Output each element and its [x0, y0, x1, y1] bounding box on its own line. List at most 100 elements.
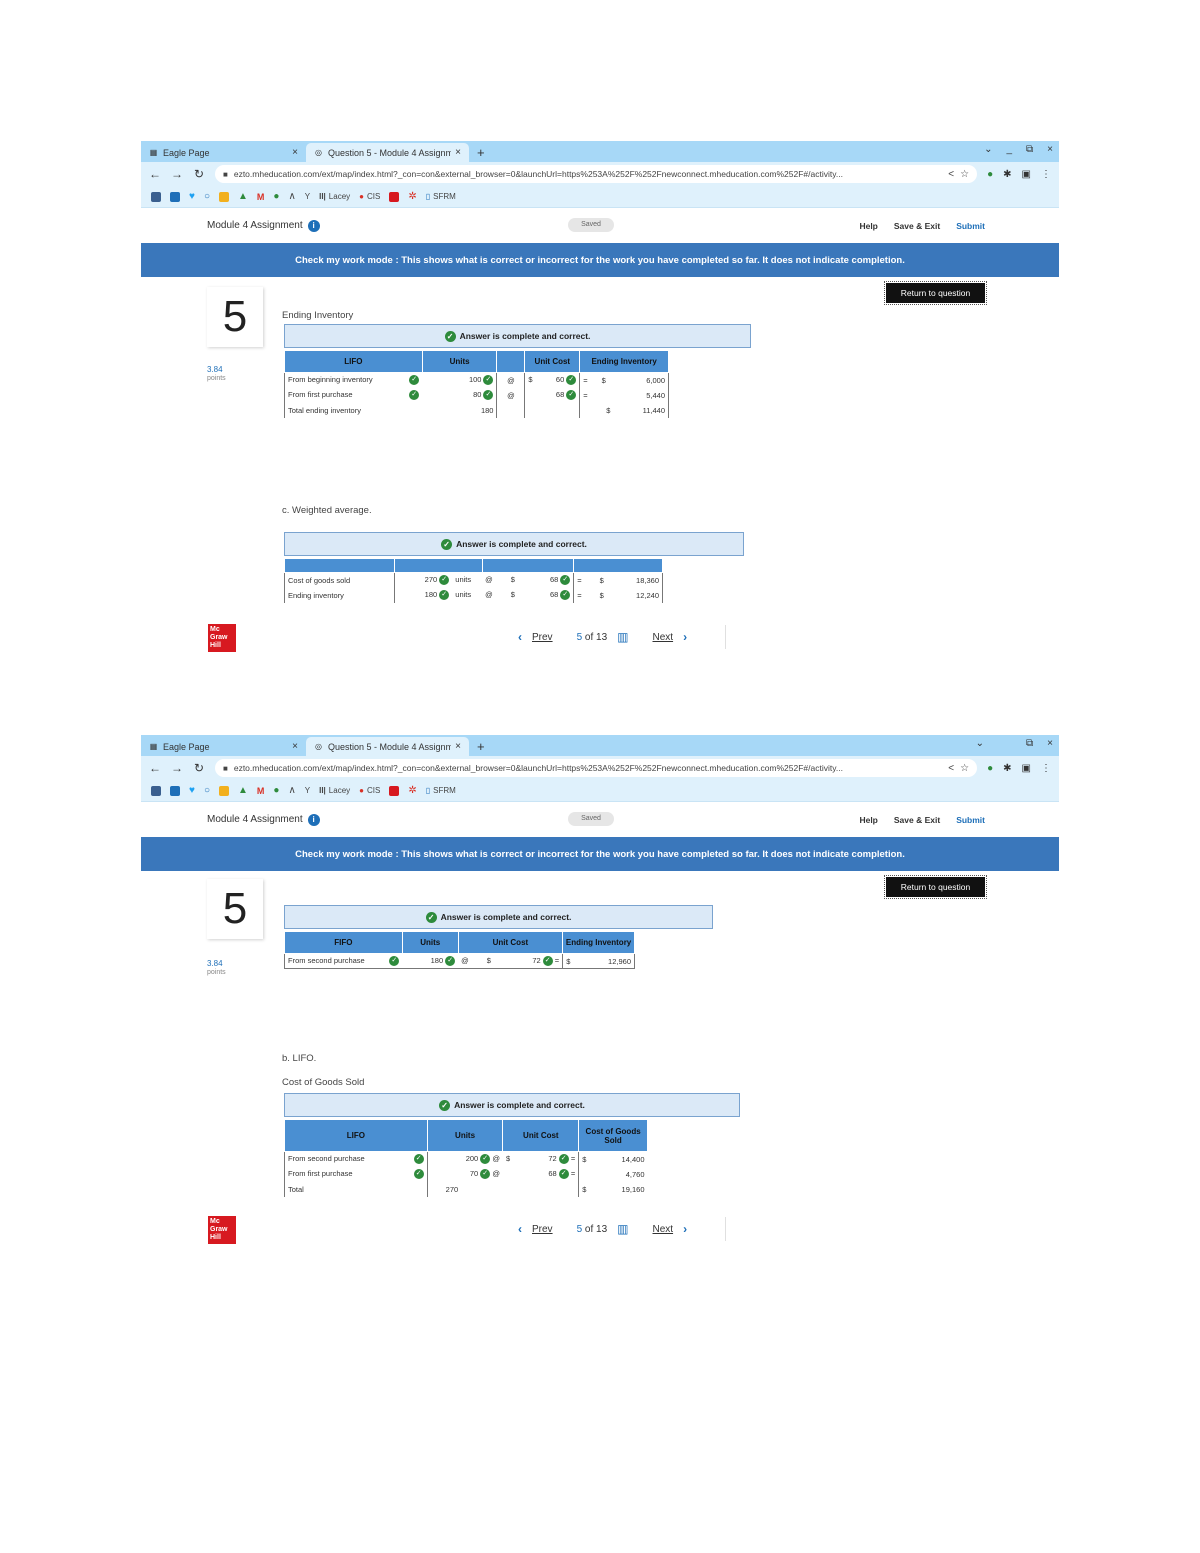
forward-arrow-icon[interactable]: → [171, 761, 183, 775]
tab-search-icon[interactable]: ⌄ [984, 144, 992, 155]
grid-icon[interactable]: ▥ [617, 1222, 628, 1236]
tab-question-5[interactable]: ◎ Question 5 - Module 4 Assignm × [306, 737, 469, 756]
checkmark-icon: ✓ [441, 538, 453, 550]
column-header [573, 558, 663, 573]
menu-dots-icon[interactable]: ⋮ [1041, 169, 1051, 180]
checkmark-icon: ✓ [389, 956, 400, 966]
column-header: Cost of Goods Sold [578, 1119, 648, 1152]
bookmark-keep-icon[interactable] [218, 191, 229, 202]
bookmark-chevron-icon[interactable]: ∧ [288, 785, 295, 796]
share-icon[interactable]: < [948, 763, 954, 774]
close-window-icon[interactable]: × [1047, 738, 1053, 749]
bookmark-gear-icon[interactable]: ✲ [408, 191, 416, 202]
info-icon[interactable]: i [307, 219, 320, 232]
current-page: 5 [576, 631, 583, 643]
help-link[interactable]: Help [859, 815, 877, 825]
bookmark-drive-icon[interactable]: ▲ [238, 785, 248, 796]
info-icon[interactable]: i [307, 813, 320, 826]
grid-icon[interactable]: ▥ [617, 630, 628, 644]
submit-link[interactable]: Submit [956, 221, 985, 231]
prev-button[interactable]: Prev [532, 1224, 553, 1235]
extension-icon[interactable]: ● [987, 763, 993, 774]
tab-eagle-page[interactable]: ▦ Eagle Page × [141, 143, 306, 162]
table-row: From first purchase ✓ 70 ✓ @ 68 ✓ = 4,760 [284, 1166, 648, 1182]
star-icon[interactable]: ☆ [960, 763, 969, 774]
table-row: From first purchase ✓ 80 ✓ @ 68 ✓ = 5,440 [284, 387, 669, 403]
star-icon[interactable]: ☆ [960, 169, 969, 180]
submit-link[interactable]: Submit [956, 815, 985, 825]
save-exit-link[interactable]: Save & Exit [894, 221, 940, 231]
bookmark-gmail-icon[interactable]: M [257, 786, 265, 796]
back-arrow-icon[interactable]: ← [149, 761, 161, 775]
restore-icon[interactable]: ⧉ [1026, 144, 1033, 155]
tab-eagle-page[interactable]: ▦ Eagle Page × [141, 737, 306, 756]
extension-icons: ● ✱ ▣ ⋮ [987, 763, 1051, 774]
forward-arrow-icon[interactable]: → [171, 167, 183, 181]
bookmark-lacey[interactable]: II| Lacey [319, 192, 350, 201]
chevron-left-icon[interactable]: ‹ [518, 1222, 522, 1236]
new-tab-button[interactable]: + [477, 145, 485, 162]
bookmark-y[interactable]: Y [305, 786, 310, 795]
bookmark-twitter-icon[interactable]: ♥ [189, 785, 195, 796]
bookmark-red-icon[interactable] [389, 785, 400, 796]
column-header: Unit Cost [502, 1119, 580, 1152]
bookmark-cis[interactable]: ● CIS [359, 192, 380, 201]
bookmark-meet-icon[interactable]: ● [273, 785, 279, 796]
chevron-left-icon[interactable]: ‹ [518, 630, 522, 644]
question-number: 5 [207, 287, 263, 347]
sidebar-icon[interactable]: ▣ [1022, 169, 1031, 180]
bookmark-keep-icon[interactable] [218, 785, 229, 796]
back-arrow-icon[interactable]: ← [149, 167, 161, 181]
close-tab-icon[interactable]: × [455, 147, 461, 158]
new-tab-button[interactable]: + [477, 739, 485, 756]
bookmark-chevron-icon[interactable]: ∧ [288, 191, 295, 202]
bookmark-cis[interactable]: ● CIS [359, 786, 380, 795]
close-tab-icon[interactable]: × [292, 741, 298, 752]
next-button[interactable]: Next [653, 1224, 674, 1235]
next-button[interactable]: Next [653, 632, 674, 643]
help-link[interactable]: Help [859, 221, 877, 231]
bookmark-sfrm[interactable]: ▯ SFRM [426, 192, 456, 201]
bookmark-drive-icon[interactable]: ▲ [238, 191, 248, 202]
bookmark-y[interactable]: Y [305, 192, 310, 201]
bookmark-lacey[interactable]: II| Lacey [319, 786, 350, 795]
extension-icon[interactable]: ● [987, 169, 993, 180]
share-icon[interactable]: < [948, 169, 954, 180]
menu-dots-icon[interactable]: ⋮ [1041, 763, 1051, 774]
bookmark-search-icon[interactable]: ○ [204, 785, 210, 796]
chevron-right-icon[interactable]: › [683, 1222, 687, 1236]
puzzle-icon[interactable]: ✱ [1003, 169, 1011, 180]
save-exit-link[interactable]: Save & Exit [894, 815, 940, 825]
return-to-question-button[interactable]: Return to question [884, 281, 987, 305]
reload-icon[interactable]: ↻ [193, 167, 205, 181]
close-window-icon[interactable]: × [1047, 144, 1053, 155]
restore-icon[interactable]: ⧉ [1026, 738, 1033, 749]
column-header: Ending Inventory [562, 931, 635, 954]
reload-icon[interactable]: ↻ [193, 761, 205, 775]
bookmark-sfrm[interactable]: ▯ SFRM [426, 786, 456, 795]
app-header: Module 4 Assignment i Saved Help Save & E… [141, 208, 1059, 243]
bookmark-outlook-icon[interactable] [170, 785, 180, 796]
tab-search-icon[interactable]: ⌄ [976, 738, 984, 749]
minimize-icon[interactable]: _ [1006, 144, 1012, 155]
url-input[interactable]: ■ ezto.mheducation.com/ext/map/index.htm… [215, 165, 978, 183]
bookmark-gmail-icon[interactable]: M [257, 192, 265, 202]
sidebar-icon[interactable]: ▣ [1022, 763, 1031, 774]
bookmark-red-icon[interactable] [389, 191, 400, 202]
chevron-right-icon[interactable]: › [683, 630, 687, 644]
bookmark-search-icon[interactable]: ○ [204, 191, 210, 202]
bookmark-twitter-icon[interactable]: ♥ [189, 191, 195, 202]
bookmark-meet-icon[interactable]: ● [273, 191, 279, 202]
tab-question-5[interactable]: ◎ Question 5 - Module 4 Assignm × [306, 143, 469, 162]
prev-button[interactable]: Prev [532, 632, 553, 643]
url-input[interactable]: ■ ezto.mheducation.com/ext/map/index.htm… [215, 759, 978, 777]
bookmark-gear-icon[interactable]: ✲ [408, 785, 416, 796]
puzzle-icon[interactable]: ✱ [1003, 763, 1011, 774]
bookmark-calendar-icon[interactable] [151, 191, 161, 202]
close-tab-icon[interactable]: × [292, 147, 298, 158]
bookmark-outlook-icon[interactable] [170, 191, 180, 202]
close-tab-icon[interactable]: × [455, 741, 461, 752]
extension-icons: ● ✱ ▣ ⋮ [987, 169, 1051, 180]
bookmark-calendar-icon[interactable] [151, 785, 161, 796]
return-to-question-button[interactable]: Return to question [884, 875, 987, 899]
